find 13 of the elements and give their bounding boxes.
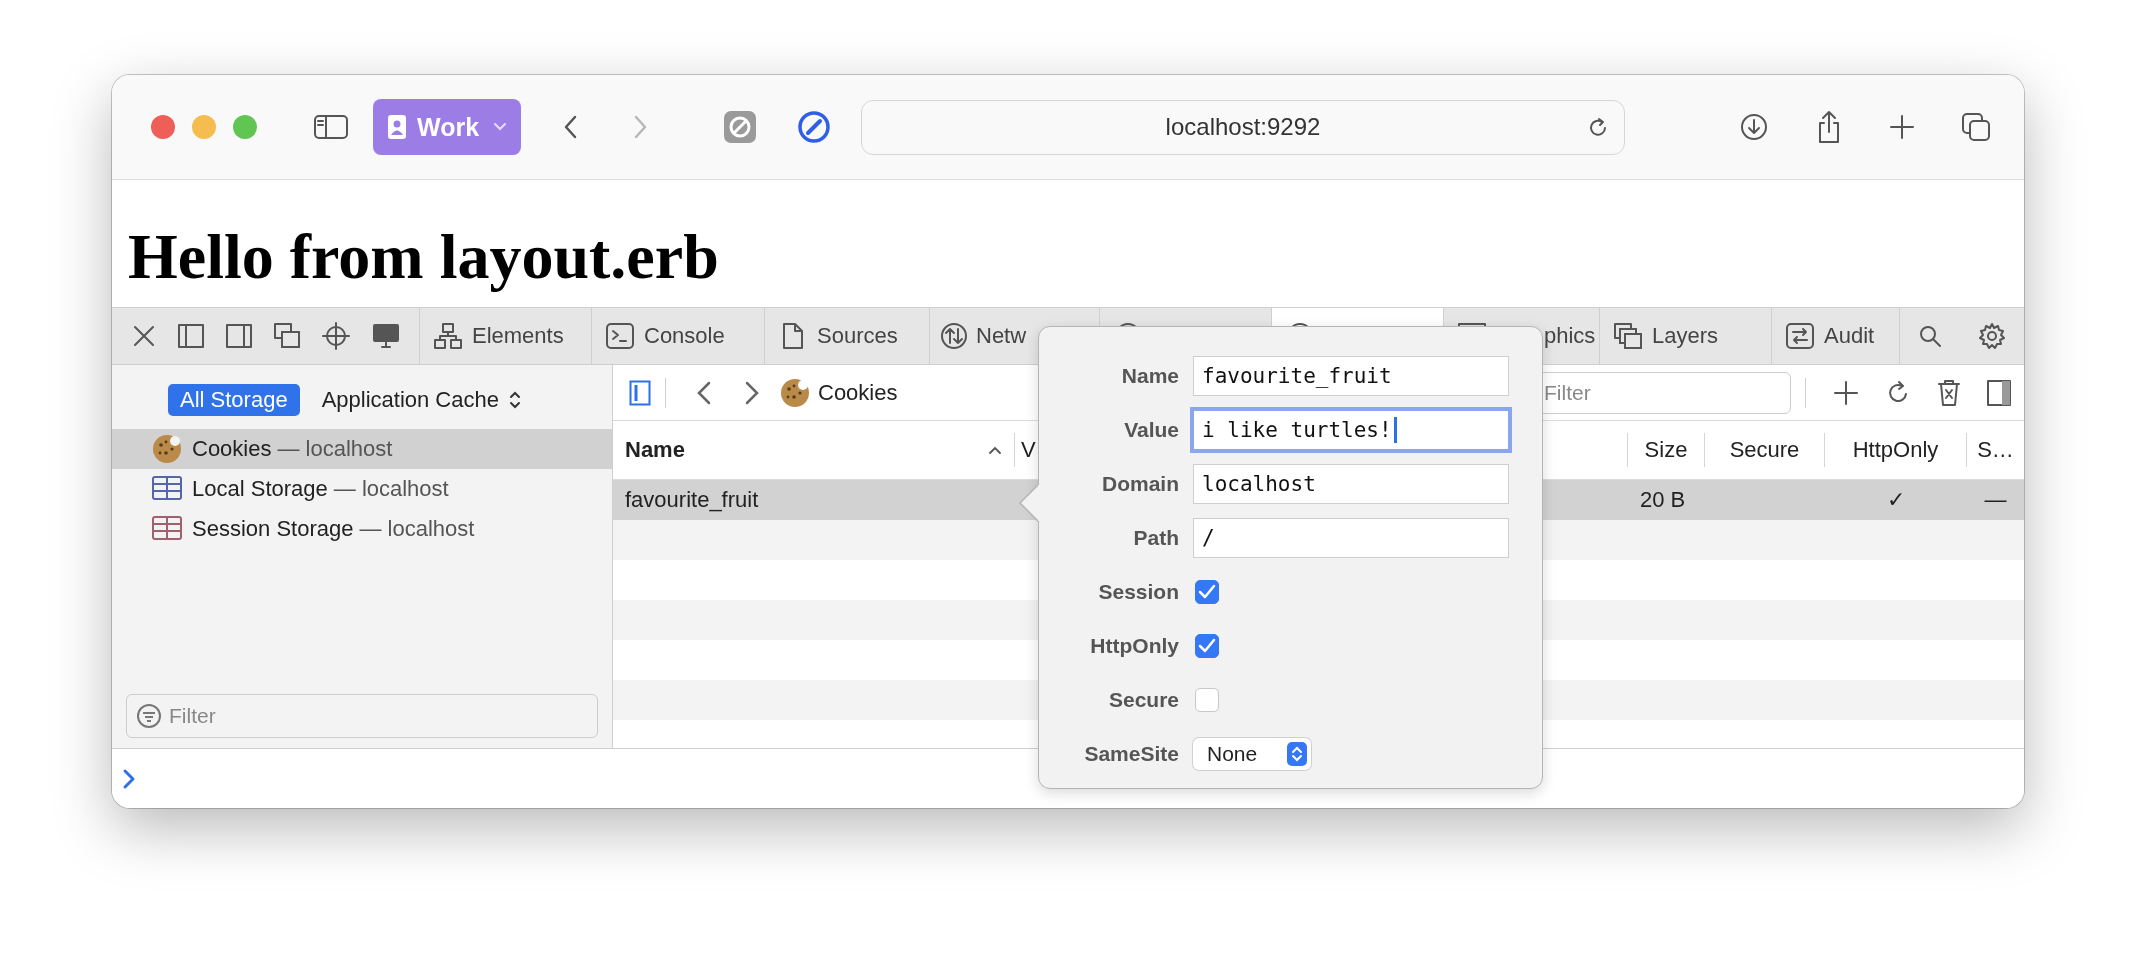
field-label: Domain — [1102, 472, 1179, 496]
field-label: Name — [1121, 364, 1179, 388]
field-label: Session — [1098, 580, 1179, 604]
table-cell-text: 20 B — [1639, 487, 1687, 513]
table-cell-text: favourite_fruit — [624, 487, 760, 513]
table-cell-text: — — [1983, 487, 2008, 513]
field-label: HttpOnly — [1090, 634, 1179, 658]
field-label: Value — [1124, 418, 1179, 442]
page-heading: Hello from layout.erb — [128, 220, 719, 294]
field-label: SameSite — [1084, 742, 1179, 766]
table-cell-text: ✓ — [1886, 487, 1906, 513]
field-label: Path — [1133, 526, 1179, 550]
field-label: Secure — [1108, 688, 1179, 712]
